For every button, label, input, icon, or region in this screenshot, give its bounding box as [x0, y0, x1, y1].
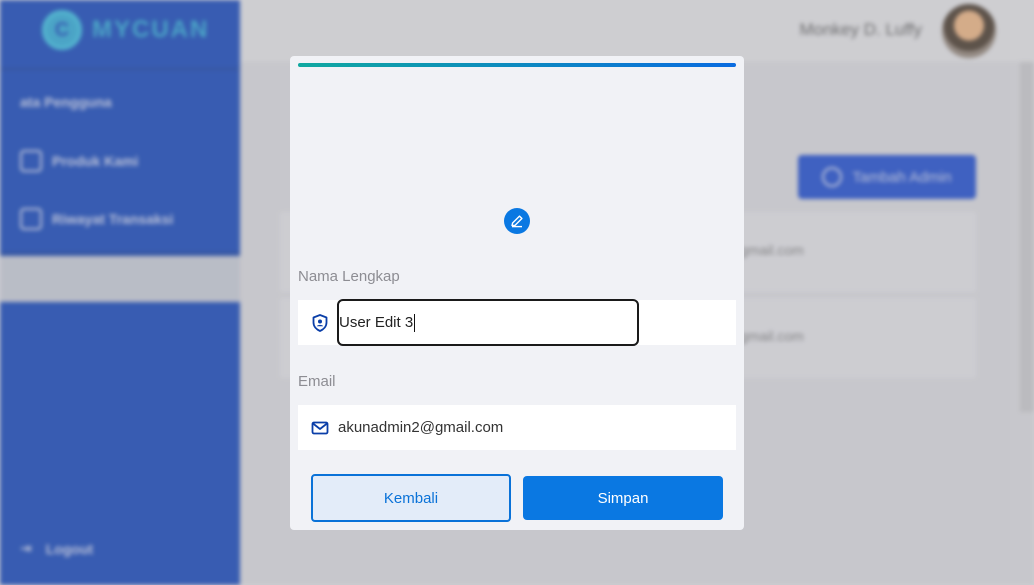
mail-icon	[311, 421, 329, 435]
modal-accent-bar	[298, 63, 736, 67]
email-field[interactable]: akunadmin2@gmail.com	[298, 405, 736, 450]
edit-admin-modal: Nama Lengkap User Edit 3 Email akunadmin…	[290, 56, 744, 530]
full-name-input[interactable]: User Edit 3	[337, 299, 639, 346]
email-label: Email	[298, 373, 336, 390]
save-button[interactable]: Simpan	[523, 476, 723, 520]
name-field-row: User Edit 3	[298, 299, 736, 346]
email-value: akunadmin2@gmail.com	[338, 419, 504, 436]
name-label: Nama Lengkap	[298, 268, 400, 285]
back-button[interactable]: Kembali	[311, 474, 511, 522]
text-caret	[414, 313, 416, 332]
pencil-icon	[504, 208, 530, 234]
shield-user-icon	[312, 314, 328, 332]
full-name-value: User Edit 3	[339, 314, 414, 331]
